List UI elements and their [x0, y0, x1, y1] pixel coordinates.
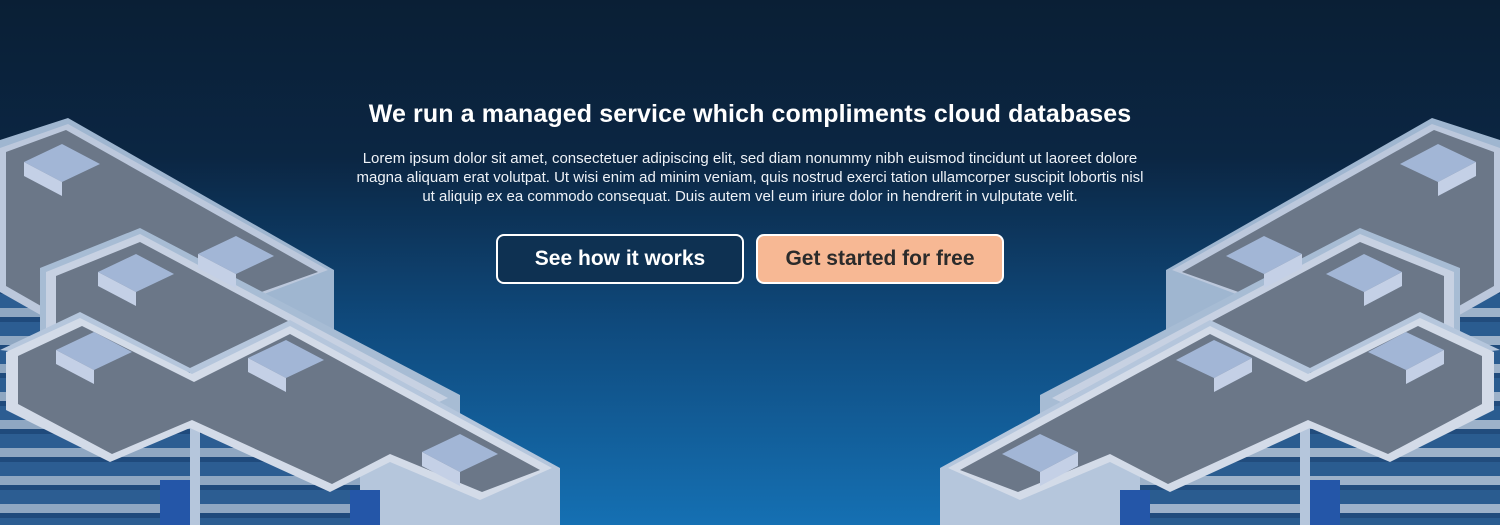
hero-section: We run a managed service which complimen…	[0, 100, 1500, 284]
see-how-it-works-button[interactable]: See how it works	[496, 234, 744, 284]
hero-description: Lorem ipsum dolor sit amet, consectetuer…	[356, 150, 1144, 205]
get-started-button[interactable]: Get started for free	[756, 234, 1004, 284]
hero-title: We run a managed service which complimen…	[368, 100, 1132, 128]
hero-actions: See how it works Get started for free	[0, 234, 1500, 284]
